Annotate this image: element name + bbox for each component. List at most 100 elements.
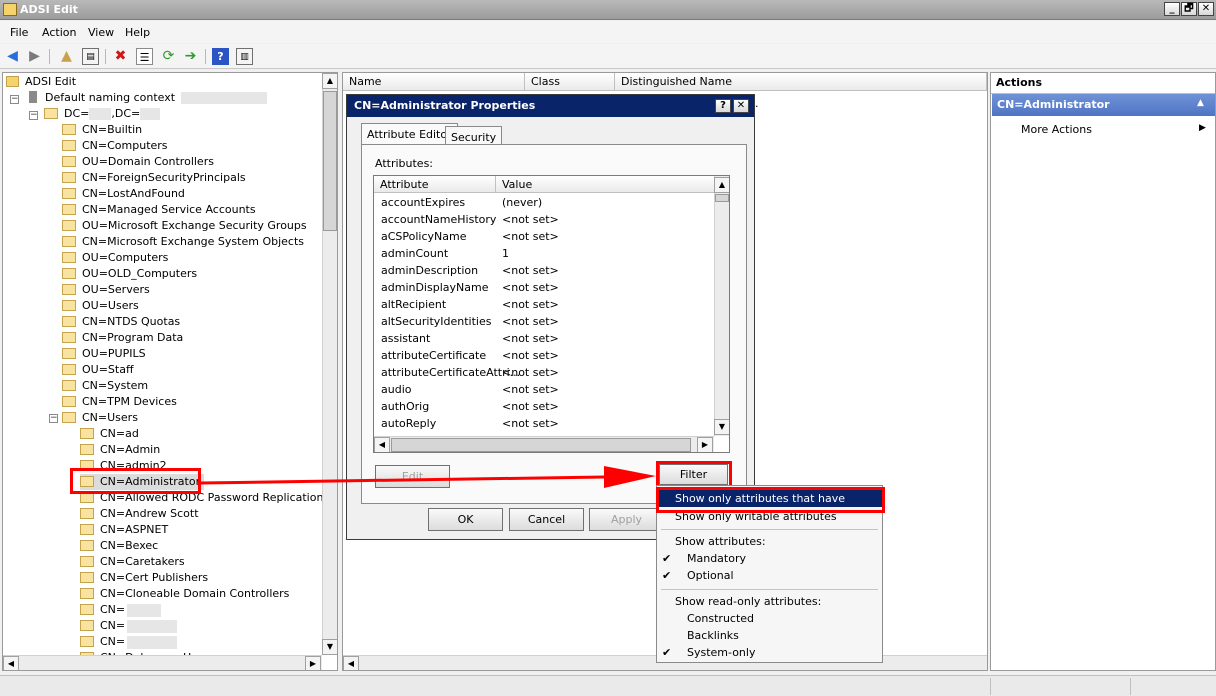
tree-root[interactable]: ADSI Edit — [6, 74, 76, 90]
tree-node[interactable]: CN=NTDS Quotas — [62, 314, 180, 330]
tree-node[interactable]: CN=Cert Publishers — [80, 570, 208, 586]
column-header-value[interactable]: Value — [496, 176, 715, 193]
tree-node[interactable]: CN= — [80, 602, 162, 618]
scroll-thumb[interactable] — [391, 438, 691, 452]
refresh-icon[interactable]: ⟳ — [160, 48, 177, 65]
tree-node[interactable]: OU=PUPILS — [62, 346, 146, 362]
tree-node[interactable]: CN=TPM Devices — [62, 394, 177, 410]
scroll-right-button[interactable]: ▶ — [305, 656, 321, 670]
tree-node[interactable]: CN=Bexec — [80, 538, 158, 554]
restore-button[interactable]: 🗗 — [1181, 2, 1197, 16]
collapse-icon[interactable]: − — [29, 111, 38, 120]
tree-node[interactable]: CN=Microsoft Exchange System Objects — [62, 234, 304, 250]
export-list-icon[interactable]: ➔ — [182, 48, 199, 65]
attribute-row[interactable]: audio <not set> — [374, 381, 714, 398]
tree-vertical-scrollbar[interactable]: ▲ ▼ — [322, 73, 337, 655]
column-header-name[interactable]: Name — [343, 73, 525, 91]
menu-item-optional[interactable]: ✔ Optional — [657, 567, 882, 584]
attribute-row[interactable]: altRecipient <not set> — [374, 296, 714, 313]
attribute-row[interactable]: assistant <not set> — [374, 330, 714, 347]
attributes-horizontal-scrollbar[interactable]: ◀ ▶ — [374, 436, 714, 452]
show-hide-tree-icon[interactable]: ▤ — [82, 48, 99, 65]
tree-node[interactable]: CN= — [80, 618, 178, 634]
tree-node[interactable]: CN=LostAndFound — [62, 186, 185, 202]
tree-node[interactable]: CN=Builtin — [62, 122, 142, 138]
attribute-row[interactable]: authOrig <not set> — [374, 398, 714, 415]
scroll-left-button[interactable]: ◀ — [374, 437, 390, 452]
tree-node[interactable]: CN=Andrew Scott — [80, 506, 199, 522]
close-button[interactable]: ✕ — [1198, 2, 1214, 16]
tree-node[interactable]: CN=Computers — [62, 138, 168, 154]
tree-node[interactable]: CN=ad — [80, 426, 139, 442]
tab-attribute-editor[interactable]: Attribute Editor — [361, 123, 458, 145]
scroll-down-button[interactable]: ▼ — [714, 419, 729, 435]
scroll-thumb[interactable] — [323, 91, 337, 231]
tree-node[interactable]: OU=Computers — [62, 250, 168, 266]
tree-node[interactable]: CN=ForeignSecurityPrincipals — [62, 170, 246, 186]
tree-horizontal-scrollbar[interactable]: ◀ ▶ — [3, 655, 322, 670]
scroll-down-button[interactable]: ▼ — [322, 639, 337, 655]
tree-node[interactable]: OU=Microsoft Exchange Security Groups — [62, 218, 307, 234]
minimize-button[interactable]: _ — [1164, 2, 1180, 16]
attribute-row[interactable]: attributeCertificate <not set> — [374, 347, 714, 364]
tree-node[interactable]: CN=Caretakers — [80, 554, 185, 570]
cancel-button[interactable]: Cancel — [509, 508, 584, 531]
column-header-class[interactable]: Class — [525, 73, 615, 91]
tree-node[interactable]: CN=System — [62, 378, 148, 394]
collapse-up-icon[interactable]: ▲ — [1197, 98, 1204, 108]
tree-panel[interactable]: ADSI Edit − Default naming context − DC=… — [2, 72, 338, 671]
tree-node[interactable]: OU=Staff — [62, 362, 134, 378]
scroll-thumb[interactable] — [715, 194, 729, 202]
menu-item-constructed[interactable]: Constructed — [657, 610, 882, 627]
menu-item-backlinks[interactable]: Backlinks — [657, 627, 882, 644]
up-folder-icon[interactable]: ▲ — [58, 48, 75, 65]
scroll-up-button[interactable]: ▲ — [322, 73, 337, 89]
tree-node[interactable]: OU=Servers — [62, 282, 150, 298]
scroll-left-button[interactable]: ◀ — [3, 656, 19, 670]
show-hide-action-pane-icon[interactable]: ▥ — [236, 48, 253, 65]
tree-node[interactable]: OU=Users — [62, 298, 139, 314]
collapse-icon[interactable]: − — [49, 414, 58, 423]
tree-node[interactable]: CN=ASPNET — [80, 522, 168, 538]
attribute-row[interactable]: aCSPolicyName <not set> — [374, 228, 714, 245]
ok-button[interactable]: OK — [428, 508, 503, 531]
tree-node[interactable]: OU=Domain Controllers — [62, 154, 214, 170]
tree-node-default-naming-context[interactable]: Default naming context — [29, 90, 268, 106]
scroll-track[interactable] — [714, 176, 729, 436]
tree-node[interactable]: OU=OLD_Computers — [62, 266, 197, 282]
column-header-attribute[interactable]: Attribute — [374, 176, 496, 193]
properties-icon[interactable]: ☰ — [136, 48, 153, 65]
attributes-vertical-scrollbar[interactable]: ▲ ▼ — [714, 176, 729, 436]
more-actions-link[interactable]: More Actions — [1021, 123, 1092, 136]
scroll-left-button[interactable]: ◀ — [343, 656, 359, 670]
delete-icon[interactable]: ✖ — [112, 48, 129, 65]
attribute-row[interactable]: attributeCertificateAttri... <not set> — [374, 364, 714, 381]
dialog-help-button[interactable]: ? — [715, 99, 731, 113]
menu-action[interactable]: Action — [42, 26, 76, 39]
attribute-row[interactable]: adminCount 1 — [374, 245, 714, 262]
column-header-distinguished-name[interactable]: Distinguished Name — [615, 73, 987, 91]
tree-node[interactable]: CN=Users — [62, 410, 138, 426]
back-arrow-icon[interactable]: ◀ — [4, 48, 21, 65]
menu-item-system-only[interactable]: ✔ System-only — [657, 644, 882, 661]
attribute-row[interactable]: autoReply <not set> — [374, 415, 714, 432]
actions-selected-bar[interactable]: CN=Administrator ▲ — [992, 94, 1215, 116]
menu-help[interactable]: Help — [125, 26, 150, 39]
tree-node[interactable]: CN=Program Data — [62, 330, 183, 346]
scroll-right-button[interactable]: ▶ — [697, 437, 713, 452]
tree-node[interactable]: CN=Managed Service Accounts — [62, 202, 256, 218]
tree-node[interactable]: CN=Cloneable Domain Controllers — [80, 586, 289, 602]
attribute-row[interactable]: accountNameHistory <not set> — [374, 211, 714, 228]
tree-node[interactable]: CN=Admin — [80, 442, 160, 458]
apply-button[interactable]: Apply — [589, 508, 664, 531]
dialog-close-button[interactable]: ✕ — [733, 99, 749, 113]
attribute-row[interactable]: adminDescription <not set> — [374, 262, 714, 279]
help-icon[interactable]: ? — [212, 48, 229, 65]
menu-item-mandatory[interactable]: ✔ Mandatory — [657, 550, 882, 567]
attribute-row[interactable]: accountExpires (never) — [374, 194, 714, 211]
dialog-title-bar[interactable]: CN=Administrator Properties ? ✕ — [347, 95, 754, 117]
tree-node[interactable]: CN= — [80, 634, 178, 650]
attributes-list[interactable]: Attribute Value accountExpires (never) acc… — [373, 175, 730, 453]
forward-arrow-icon[interactable]: ▶ — [26, 48, 43, 65]
scroll-up-button[interactable]: ▲ — [714, 177, 729, 193]
